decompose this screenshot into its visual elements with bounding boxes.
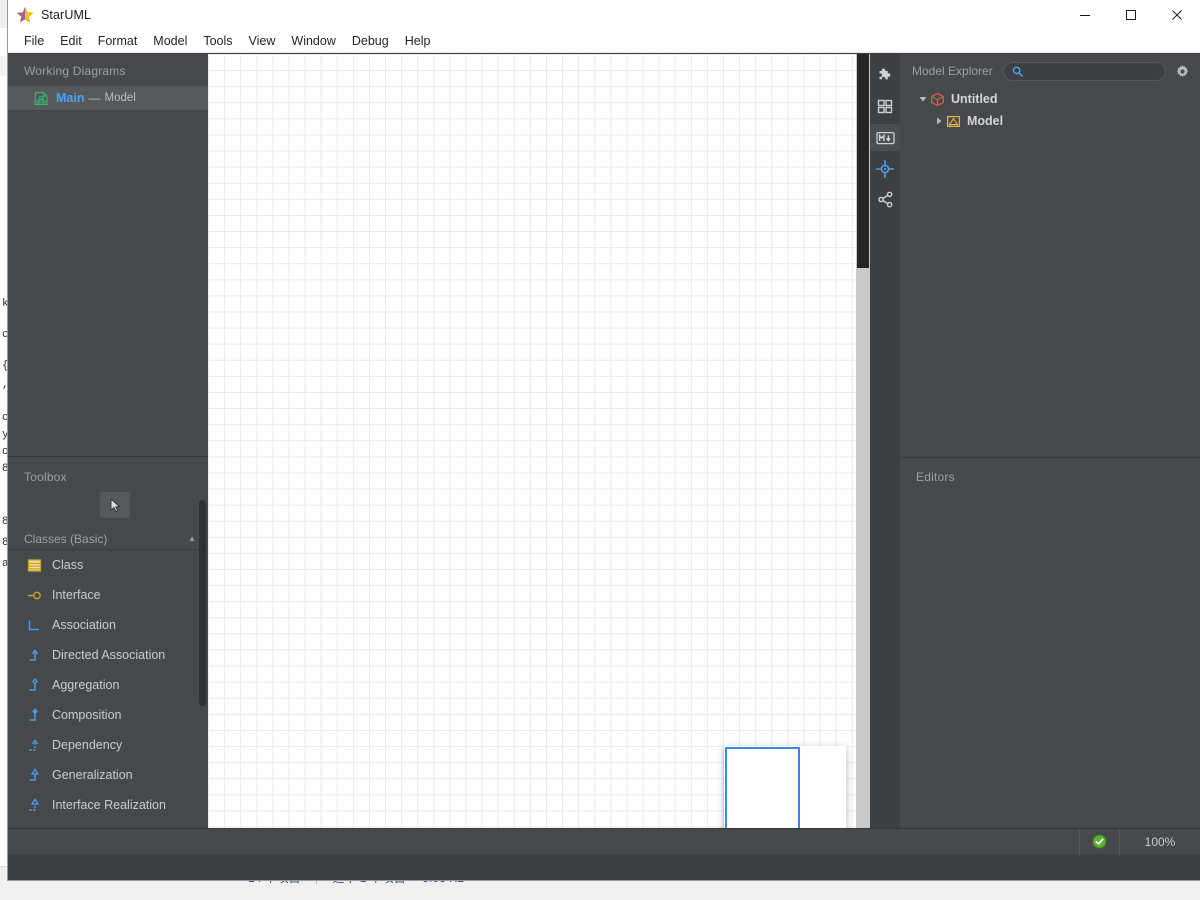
search-icon (1012, 66, 1023, 77)
menu-item-edit[interactable]: Edit (52, 32, 90, 50)
tool-label: Aggregation (52, 678, 120, 692)
tool-label: Generalization (52, 768, 133, 782)
search-input[interactable] (1027, 65, 1165, 77)
triangle-collapsed-icon[interactable] (932, 117, 946, 125)
interface-realization-icon (26, 797, 43, 814)
tool-label: Dependency (52, 738, 123, 752)
menu-item-file[interactable]: File (16, 32, 52, 50)
tree-item-untitled[interactable]: Untitled (900, 88, 1200, 110)
tool-item-composition[interactable]: Composition (8, 700, 208, 730)
tool-label: Association (52, 618, 116, 632)
working-diagrams-panel: Working Diagrams Main — Model (8, 54, 208, 457)
model-explorer-header: Model Explorer (900, 54, 1200, 88)
tool-item-class[interactable]: Class (8, 550, 208, 580)
left-sidebar: Working Diagrams Main — Model Toolbox Cl… (8, 54, 208, 854)
tool-item-directed-association[interactable]: Directed Association (8, 640, 208, 670)
model-folder-icon (946, 114, 961, 129)
aggregation-icon (26, 677, 43, 694)
toolbox-scrollbar[interactable] (199, 500, 206, 706)
share-nodes-icon[interactable] (870, 186, 900, 213)
model-explorer-tree: Untitled Model (900, 88, 1200, 132)
working-diagram-separator: — (88, 91, 101, 105)
menu-item-help[interactable]: Help (397, 32, 439, 50)
toolbox-select-row (8, 492, 208, 528)
pointer-cursor-icon[interactable] (100, 492, 130, 518)
tool-item-dependency[interactable]: Dependency (8, 730, 208, 760)
class-icon (26, 557, 43, 574)
canvas-grid (208, 54, 856, 840)
canvas-vertical-scroll-thumb[interactable] (857, 54, 869, 268)
model-explorer-search[interactable] (1002, 61, 1166, 81)
close-icon[interactable] (1154, 0, 1200, 30)
tool-item-generalization[interactable]: Generalization (8, 760, 208, 790)
model-explorer-title: Model Explorer (912, 64, 993, 78)
selected-region[interactable] (725, 747, 800, 835)
composition-icon (26, 707, 43, 724)
editors-title: Editors (916, 470, 955, 484)
markdown-icon[interactable] (870, 124, 900, 151)
menu-item-window[interactable]: Window (283, 32, 343, 50)
project-cube-icon (930, 92, 945, 107)
working-diagram-type: Model (104, 92, 136, 104)
status-badge[interactable] (1079, 828, 1119, 855)
menu-item-debug[interactable]: Debug (344, 32, 397, 50)
zoom-level-cell[interactable]: 100% (1119, 828, 1200, 855)
extension-puzzle-icon[interactable] (870, 62, 900, 89)
diagram-canvas[interactable] (208, 54, 870, 854)
triangle-expanded-icon[interactable] (916, 95, 930, 103)
app-status-bar: 100% (8, 828, 1200, 855)
chevron-up-icon: ▲ (188, 534, 196, 543)
dependency-icon (26, 737, 43, 754)
tree-item-model[interactable]: Model (900, 110, 1200, 132)
generalization-icon (26, 767, 43, 784)
association-icon (26, 617, 43, 634)
interface-icon (26, 587, 43, 604)
tool-label: Directed Association (52, 648, 166, 662)
tree-item-label: Untitled (951, 92, 998, 106)
zoom-level: 100% (1144, 834, 1176, 849)
menu-bar: File Edit Format Model Tools View Window… (8, 30, 1200, 53)
crosshair-icon[interactable] (870, 155, 900, 182)
menu-item-format[interactable]: Format (90, 32, 146, 50)
toolbox-group-classes-basic[interactable]: Classes (Basic) ▲ (8, 528, 208, 550)
tree-item-label: Model (967, 114, 1004, 128)
working-diagram-item-main[interactable]: Main — Model (8, 86, 208, 110)
tool-rail (870, 54, 900, 854)
directed-association-icon (26, 647, 43, 664)
star-logo-icon (16, 6, 34, 24)
check-circle-icon (1092, 834, 1107, 849)
maximize-icon[interactable] (1108, 0, 1154, 30)
minimize-icon[interactable] (1062, 0, 1108, 30)
tool-item-interface-realization[interactable]: Interface Realization (8, 790, 208, 820)
toolbox-title: Toolbox (24, 470, 67, 484)
title-bar: StarUML (8, 0, 1200, 30)
class-diagram-icon (34, 91, 49, 106)
window-controls (1062, 0, 1200, 30)
tool-item-interface[interactable]: Interface (8, 580, 208, 610)
window-title: StarUML (41, 7, 92, 22)
right-panel: Model Explorer Untitled Model Editors (900, 54, 1200, 854)
tool-item-association[interactable]: Association (8, 610, 208, 640)
editors-panel: Editors (900, 457, 1200, 854)
grid-layout-icon[interactable] (870, 93, 900, 120)
menu-item-view[interactable]: View (241, 32, 284, 50)
menu-item-tools[interactable]: Tools (195, 32, 240, 50)
working-diagrams-title: Working Diagrams (24, 64, 126, 78)
gear-icon[interactable] (1175, 64, 1190, 79)
tool-label: Composition (52, 708, 122, 722)
tool-item-aggregation[interactable]: Aggregation (8, 670, 208, 700)
canvas-vertical-scrollbar[interactable] (856, 54, 870, 840)
menu-item-model[interactable]: Model (145, 32, 195, 50)
staruml-window: StarUML File Edit Format Model Tools Vie… (8, 0, 1200, 880)
toolbox-group-label: Classes (Basic) (24, 531, 108, 546)
tool-label: Interface (52, 588, 101, 602)
toolbox-panel: Toolbox Classes (Basic) ▲ Class Interfac… (8, 458, 208, 854)
tool-label: Class (52, 558, 84, 572)
tool-label: Interface Realization (52, 798, 166, 812)
working-diagram-name: Main (56, 91, 85, 105)
work-area: Working Diagrams Main — Model Toolbox Cl… (8, 54, 1200, 855)
